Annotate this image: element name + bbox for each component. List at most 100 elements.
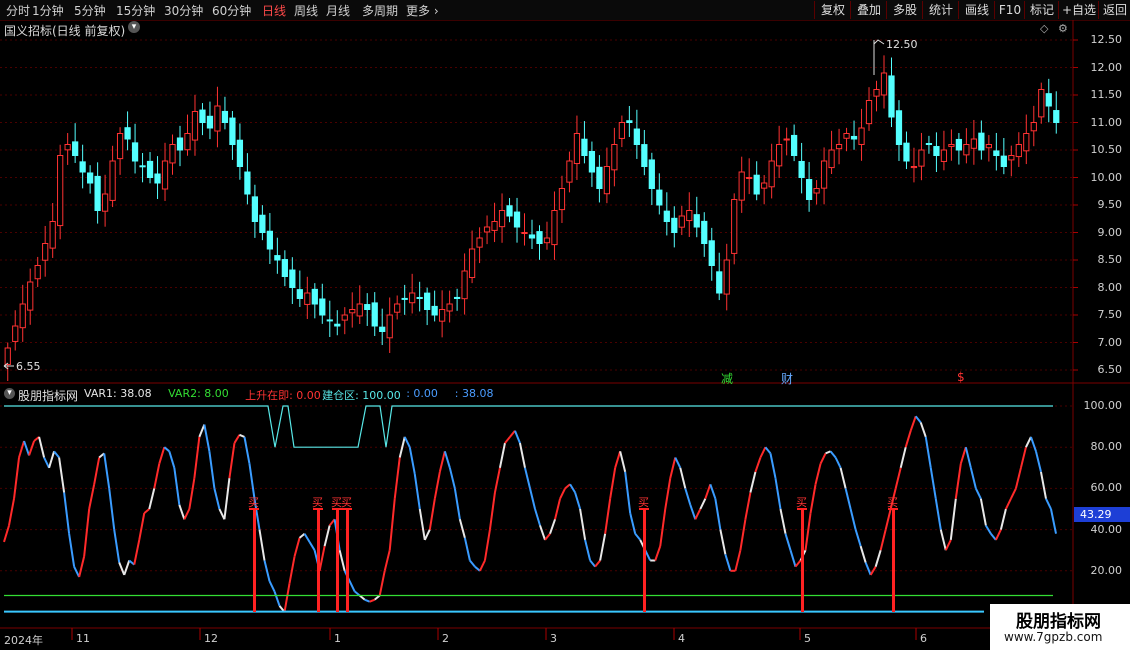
candle-body-91 (686, 210, 693, 222)
var1-segment-76 (378, 570, 386, 596)
candle-body-44 (334, 323, 341, 327)
var1-segment-163 (814, 463, 822, 485)
candle-body-75 (566, 160, 573, 183)
build-zone-line (4, 405, 1053, 448)
main-title: 国义招标(日线 前复权) (4, 24, 126, 38)
var1-segment-45 (223, 477, 231, 520)
var1-segment-158 (789, 549, 797, 567)
candle-body-132 (993, 150, 1000, 156)
date-label-1: 11 (76, 632, 90, 645)
candle-body-59 (446, 303, 453, 312)
candle-body-34 (259, 214, 266, 233)
var1-segment-176 (879, 529, 887, 551)
var1-segment-87 (433, 471, 441, 499)
settings-icon[interactable]: ⚙ (1058, 22, 1068, 35)
buy-signal-label-3: 买 (341, 496, 352, 509)
candle-body-49 (371, 302, 378, 327)
candle-body-35 (266, 230, 273, 250)
var1-segment-144 (719, 529, 727, 555)
buy-signal-label-6: 买 (887, 496, 898, 509)
candle-body-103 (776, 144, 783, 167)
var1-segment-57 (283, 582, 291, 613)
var1-segment-62 (308, 541, 316, 551)
candle-body-86 (648, 159, 655, 189)
candle-body-76 (573, 133, 581, 165)
var1-segment-121 (604, 498, 612, 534)
candle-body-4 (34, 265, 41, 280)
candle-body-55 (416, 296, 423, 299)
candle-body-71 (536, 231, 543, 244)
var1-segment-6 (28, 440, 36, 456)
var1-segment-19 (93, 457, 101, 485)
var1-segment-192 (959, 446, 967, 464)
var1-segment-96 (479, 560, 486, 572)
var1-segment-207 (1034, 451, 1042, 473)
candle-body-99 (746, 177, 753, 179)
candle-body-67 (506, 205, 513, 217)
candle-body-11 (87, 172, 94, 184)
candle-body-41 (311, 288, 318, 305)
candle-body-102 (768, 160, 775, 188)
candle-body-118 (888, 75, 895, 118)
var1-segment-120 (599, 533, 607, 561)
var1-segment-175 (874, 549, 882, 567)
indicator-menu-icon[interactable]: ▾ (4, 388, 15, 399)
var1-segment-61 (303, 533, 311, 543)
var1-segment-177 (884, 508, 892, 530)
var1-segment-108 (539, 525, 546, 541)
candle-body-38 (289, 269, 296, 288)
candle-body-52 (394, 303, 401, 313)
var1-segment-142 (709, 483, 717, 500)
event-marker-reduce[interactable]: 减 (721, 370, 733, 387)
candle-body-47 (356, 303, 363, 317)
var1-segment-138 (689, 504, 697, 520)
var1-segment-137 (684, 488, 692, 506)
var1-segment-55 (273, 591, 281, 607)
candle-body-122 (918, 149, 925, 167)
event-marker-finance[interactable]: 财 (781, 370, 793, 387)
price-tick-3: 11.00 (1090, 115, 1123, 129)
date-label-2: 12 (204, 632, 218, 645)
price-tick-4: 10.50 (1090, 143, 1123, 156)
var1-segment-104 (519, 442, 526, 468)
var1-segment-139 (694, 508, 702, 520)
var1-segment-79 (393, 457, 401, 499)
candle-body-106 (798, 160, 805, 178)
diamond-icon[interactable]: ◇ (1040, 22, 1048, 35)
candle-body-120 (903, 142, 910, 162)
price-tick-9: 8.00 (1097, 280, 1123, 294)
var1-segment-8 (38, 436, 46, 458)
candle-body-68 (513, 211, 521, 228)
price-tick-0: 12.50 (1090, 33, 1123, 46)
var1-segment-9 (43, 457, 50, 469)
var1-segment-179 (894, 467, 902, 489)
candle-body-13 (101, 193, 109, 212)
var1-segment-188 (939, 529, 947, 551)
var1-segment-77 (383, 549, 391, 572)
var1-segment-50 (248, 463, 256, 499)
candle-body-139 (1045, 93, 1052, 107)
buy-signal-bar-1 (317, 509, 320, 612)
candle-body-33 (251, 196, 259, 223)
var1-segment-125 (624, 471, 632, 514)
var1-segment-206 (1030, 436, 1037, 452)
var1-segment-155 (774, 477, 782, 510)
var1-segment-86 (428, 498, 436, 530)
candle-body-12 (94, 175, 101, 211)
watermark-title: 股朋指标网 (1016, 612, 1101, 632)
candle-body-95 (716, 271, 723, 294)
chevron-down-icon[interactable]: ▾ (128, 21, 140, 33)
var1-segment-132 (659, 508, 667, 547)
var1-segment-38 (188, 477, 196, 510)
var1-segment-29 (143, 508, 150, 514)
candle-body-22 (169, 144, 176, 164)
indicator-name[interactable]: 股朋指标网 (18, 387, 78, 404)
price-tick-10: 7.50 (1097, 308, 1123, 321)
candle-body-79 (596, 166, 603, 189)
var1-segment-22 (108, 488, 116, 530)
candle-body-135 (1015, 144, 1022, 158)
var1-segment-191 (954, 463, 962, 499)
var1-segment-46 (228, 442, 236, 479)
var1-segment-92 (458, 519, 466, 539)
event-marker-dollar[interactable]: $ (957, 370, 965, 384)
